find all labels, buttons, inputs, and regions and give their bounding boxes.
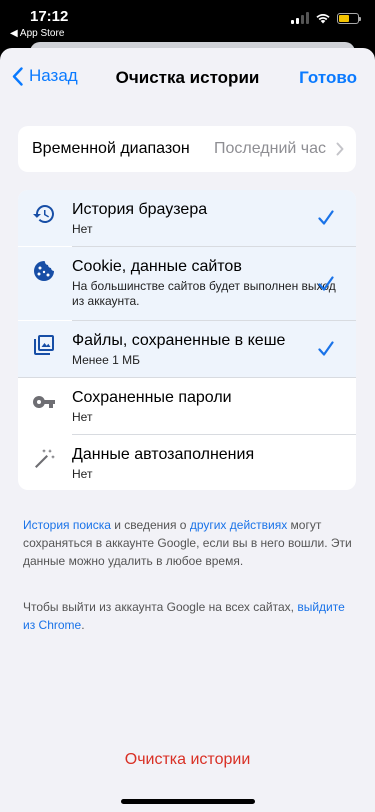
list-item-cached-files[interactable]: Файлы, сохраненные в кеше Менее 1 МБ — [18, 321, 356, 377]
history-icon — [33, 205, 54, 223]
search-history-link[interactable]: История поиска — [23, 518, 111, 532]
clear-history-button[interactable]: Очистка истории — [0, 751, 375, 769]
sign-out-info: Чтобы выйти из аккаунта Google на всех с… — [23, 598, 353, 634]
checkmark-icon — [318, 341, 334, 356]
magic-wand-icon — [35, 449, 55, 468]
time-range-label: Временной диапазон — [32, 140, 190, 157]
navigation-bar: Назад Очистка истории Готово — [0, 48, 375, 108]
time-range-card: Временной диапазон Последний час — [18, 126, 356, 172]
search-history-info: История поиска и сведения о других дейст… — [23, 516, 353, 570]
done-button[interactable]: Готово — [299, 68, 357, 88]
cellular-signal-icon — [291, 12, 309, 24]
list-item-browser-history[interactable]: История браузера Нет — [18, 190, 356, 246]
item-title: Сохраненные пароли — [72, 389, 232, 406]
back-to-app-link[interactable]: ◀ App Store — [10, 28, 64, 39]
checkmark-icon — [318, 210, 334, 225]
chevron-right-icon — [336, 142, 344, 156]
item-subtitle: Нет — [72, 222, 93, 236]
key-icon — [32, 396, 55, 408]
clear-history-sheet: Назад Очистка истории Готово Временной д… — [0, 48, 375, 812]
status-bar: 17:12 ◀ App Store — [0, 0, 375, 44]
list-item-saved-passwords[interactable]: Сохраненные пароли Нет — [18, 378, 356, 434]
checkmark-icon — [318, 275, 334, 291]
home-indicator — [121, 799, 255, 804]
info-text: Чтобы выйти из аккаунта Google на всех с… — [23, 600, 298, 614]
item-subtitle: На большинстве сайтов будет выполнен вых… — [72, 279, 336, 308]
item-title: Данные автозаполнения — [72, 446, 255, 463]
item-title: Файлы, сохраненные в кеше — [72, 332, 286, 349]
wifi-icon — [316, 13, 330, 24]
cookie-icon — [34, 261, 54, 281]
status-icons — [291, 12, 361, 24]
data-types-list: История браузера Нет Cookie, данные сайт… — [18, 190, 356, 490]
status-time: 17:12 — [30, 8, 69, 25]
list-item-cookies[interactable]: Cookie, данные сайтов На большинстве сай… — [18, 247, 356, 320]
list-item-autofill-data[interactable]: Данные автозаполнения Нет — [18, 435, 356, 490]
item-subtitle: Менее 1 МБ — [72, 353, 140, 367]
other-activity-link[interactable]: других действиях — [190, 518, 287, 532]
battery-icon — [337, 12, 361, 24]
info-text: и сведения о — [110, 518, 190, 532]
image-icon — [34, 335, 54, 355]
item-title: История браузера — [72, 201, 208, 218]
time-range-value: Последний час — [213, 140, 326, 157]
item-subtitle: Нет — [72, 467, 93, 481]
time-range-row[interactable]: Временной диапазон Последний час — [18, 126, 356, 172]
item-title: Cookie, данные сайтов — [72, 258, 242, 275]
item-subtitle: Нет — [72, 410, 93, 424]
info-text: . — [81, 618, 85, 632]
